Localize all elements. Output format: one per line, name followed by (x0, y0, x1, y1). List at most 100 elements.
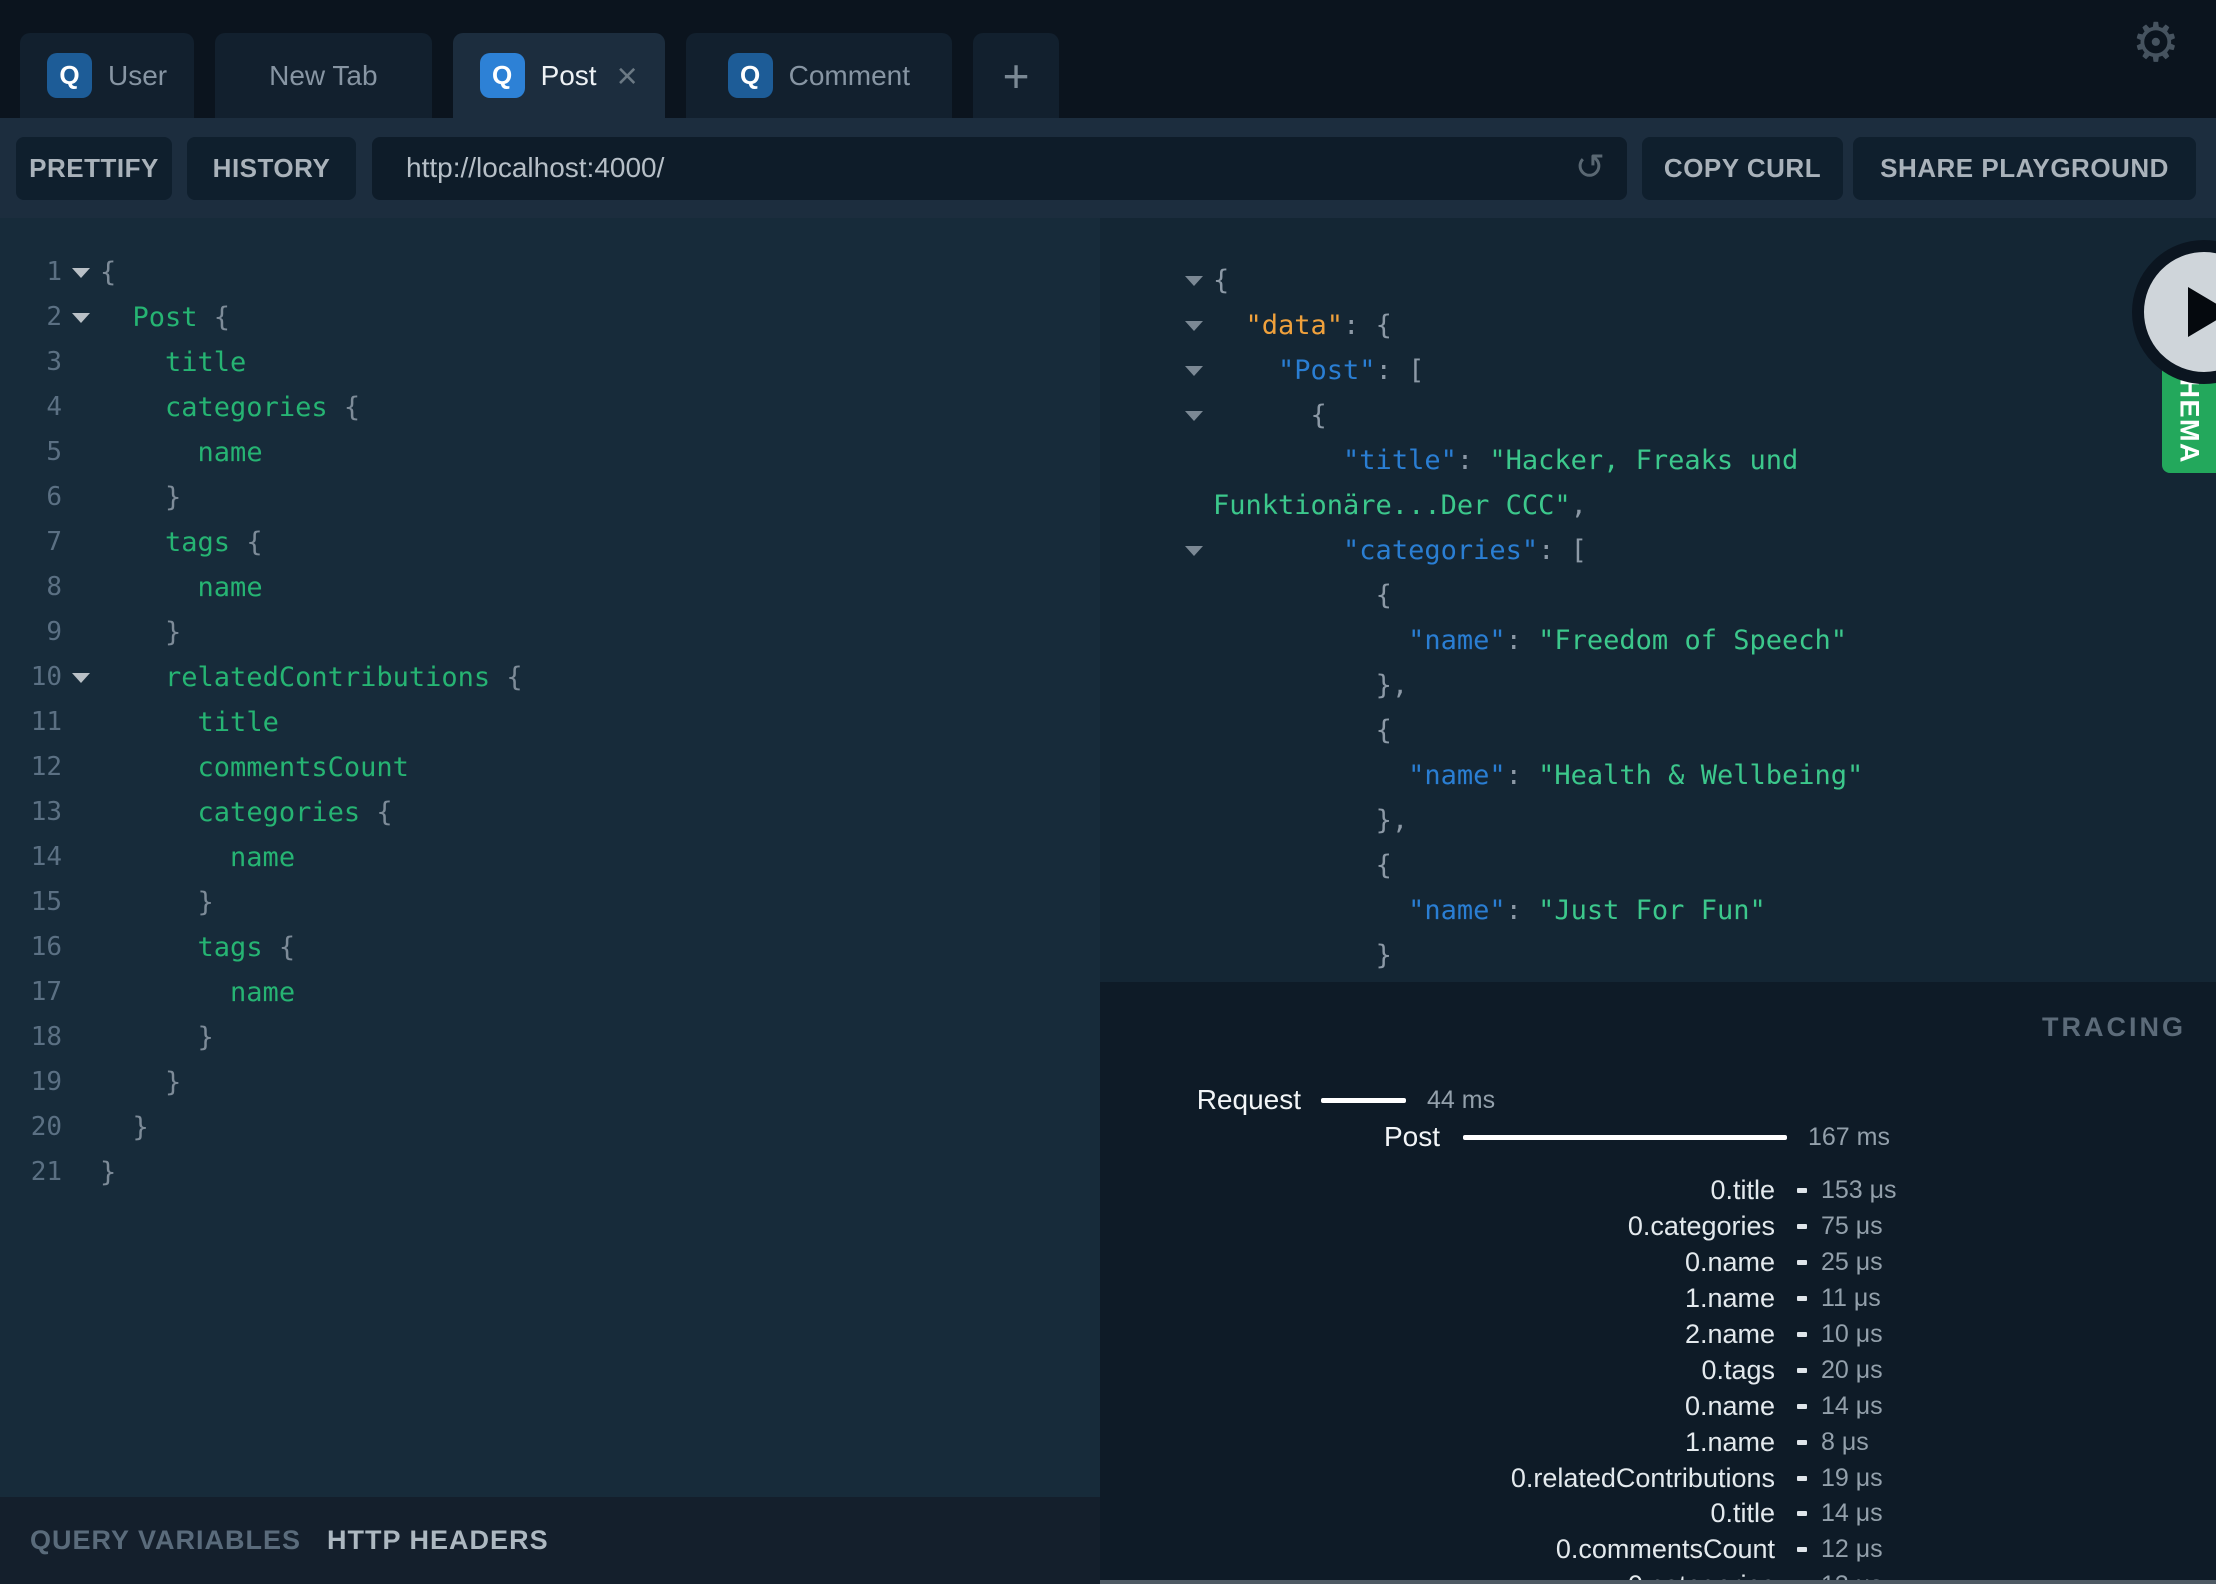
tracing-row: 0.categories 75 μs (1100, 1209, 2216, 1245)
editor-line: 21} (0, 1150, 1100, 1195)
tab-label: Post (540, 59, 597, 91)
fold-arrow-icon[interactable] (1185, 276, 1203, 286)
http-headers-tab[interactable]: HTTP HEADERS (327, 1525, 549, 1556)
result-pane: { "data": { "Post": [ { "title": "Hacker… (1100, 218, 2216, 1584)
editor-line: 19 } (0, 1060, 1100, 1105)
response-line: "name": "Just For Fun" (1408, 895, 1766, 926)
editor-line: 18 } (0, 1015, 1100, 1060)
tracing-toggle[interactable]: TRACING (2042, 1012, 2186, 1043)
fold-arrow-icon[interactable] (1185, 321, 1203, 331)
response-line: }, (1375, 805, 1409, 836)
response-viewer[interactable]: { "data": { "Post": [ { "title": "Hacker… (1100, 218, 2216, 982)
line-number: 10 (30, 662, 62, 692)
tracing-row-label: 0.title (1710, 1498, 1775, 1529)
editor-line: 14 name (0, 835, 1100, 880)
query-editor[interactable]: 1{2 Post {3 title 4 categories {5 name 6 }… (0, 218, 1100, 1497)
tracing-row-value: 75 μs (1821, 1212, 1883, 1241)
duration-tick (1797, 1224, 1807, 1230)
editor-line: 16 tags { (0, 925, 1100, 970)
tracing-row-label: 0.name (1684, 1247, 1775, 1278)
fold-arrow-icon[interactable] (72, 312, 90, 323)
endpoint-url-wrapper: ↺ (372, 136, 1627, 200)
response-line: { (1375, 580, 1392, 611)
tab-label: User (108, 59, 168, 91)
fold-arrow-icon[interactable] (1185, 411, 1203, 421)
duration-tick (1797, 1260, 1807, 1266)
tracing-row-value: 14 μs (1821, 1391, 1883, 1420)
line-number: 19 (30, 1067, 62, 1097)
line-number: 1 (46, 257, 62, 287)
response-line: { (1375, 715, 1392, 746)
editor-line: 17 name (0, 970, 1100, 1015)
graphql-playground-window: Q User New Tab Q Post × Q Comment + ⚙ PRETTIFY … (0, 0, 2216, 1584)
editor-line: 4 categories { (0, 385, 1100, 430)
fold-arrow-icon[interactable] (72, 672, 90, 683)
tracing-row-label: Request (1196, 1084, 1301, 1115)
response-line: "title": "Hacker, Freaks und (1343, 445, 1799, 476)
editor-line: 10 relatedContributions { (0, 655, 1100, 700)
tracing-panel[interactable]: TRACING Request 44 ms Post 167 ms 0.titl… (1100, 982, 2216, 1584)
play-icon (2188, 287, 2216, 337)
duration-tick (1797, 1547, 1807, 1553)
tracing-row-value: 44 ms (1427, 1085, 1496, 1114)
tracing-row-label: 0.relatedContributions (1510, 1462, 1775, 1493)
tracing-row-value: 10 μs (1821, 1320, 1883, 1348)
tracing-row: 0.relatedContributions 19 μs (1100, 1460, 2216, 1496)
new-tab-button[interactable]: + (973, 33, 1059, 118)
tracing-row-label: 2.name (1684, 1319, 1775, 1349)
query-variables-tab[interactable]: QUERY VARIABLES (30, 1525, 301, 1556)
tab-bar: Q User New Tab Q Post × Q Comment + ⚙ (0, 0, 2216, 118)
tracing-row: 0.name 14 μs (1100, 1388, 2216, 1424)
fold-arrow-icon[interactable] (72, 267, 90, 278)
history-button[interactable]: HISTORY (187, 136, 356, 200)
duration-tick (1797, 1403, 1807, 1409)
reload-icon[interactable]: ↺ (1575, 146, 1605, 188)
endpoint-url-input[interactable] (372, 136, 1627, 200)
editor-line: 5 name (0, 430, 1100, 475)
request-duration-bar (1321, 1097, 1406, 1103)
tracing-row-label: 0.name (1684, 1390, 1775, 1421)
tab-post[interactable]: Q Post × (452, 33, 665, 118)
copy-curl-button[interactable]: COPY CURL (1642, 136, 1843, 200)
settings-gear-icon[interactable]: ⚙ (2132, 16, 2180, 70)
prettify-button[interactable]: PRETTIFY (16, 136, 172, 200)
tracing-row: 2.name 10 μs (1100, 1317, 2216, 1353)
close-icon[interactable]: × (617, 57, 638, 94)
tab-comment[interactable]: Q Comment (685, 33, 952, 118)
editor-line: 8 name (0, 565, 1100, 610)
line-number: 12 (30, 752, 62, 782)
tab-label: New Tab (269, 59, 378, 91)
response-line: }, (1375, 670, 1409, 701)
tab-new-tab[interactable]: New Tab (215, 33, 432, 118)
editor-line: 7 tags { (0, 520, 1100, 565)
tab-user[interactable]: Q User (20, 33, 195, 118)
fold-arrow-icon[interactable] (1185, 546, 1203, 556)
fold-arrow-icon[interactable] (1185, 366, 1203, 376)
line-number: 16 (30, 932, 62, 962)
tracing-row-value: 19 μs (1821, 1463, 1883, 1492)
tracing-row: 0.commentsCount 12 μs (1100, 1532, 2216, 1568)
line-number: 13 (30, 797, 62, 827)
response-line: "Post": [ (1100, 348, 2216, 393)
tracing-row: 0.tags 20 μs (1100, 1352, 2216, 1388)
line-number: 15 (30, 887, 62, 917)
line-number: 17 (30, 977, 62, 1007)
tracing-row: 1.name 8 μs (1100, 1424, 2216, 1460)
editor-line: 12 commentsCount (0, 745, 1100, 790)
line-number: 5 (46, 437, 62, 467)
line-number: 18 (30, 1022, 62, 1052)
line-number: 8 (46, 572, 62, 602)
line-number: 4 (46, 392, 62, 422)
duration-tick (1797, 1367, 1807, 1373)
editor-line: 2 Post { (0, 295, 1100, 340)
tracing-row-value: 11 μs (1821, 1284, 1881, 1313)
horizontal-scrollbar[interactable] (1100, 1580, 2216, 1584)
editor-line: 15 } (0, 880, 1100, 925)
editor-line: 1{ (0, 250, 1100, 295)
line-number: 3 (46, 347, 62, 377)
tracing-row-label: 0.commentsCount (1555, 1534, 1775, 1565)
share-playground-button[interactable]: SHARE PLAYGROUND (1853, 136, 2196, 200)
tracing-row: 1.name 11 μs (1100, 1281, 2216, 1317)
tracing-row-value: 167 ms (1808, 1122, 1890, 1151)
editor-line: 9 } (0, 610, 1100, 655)
